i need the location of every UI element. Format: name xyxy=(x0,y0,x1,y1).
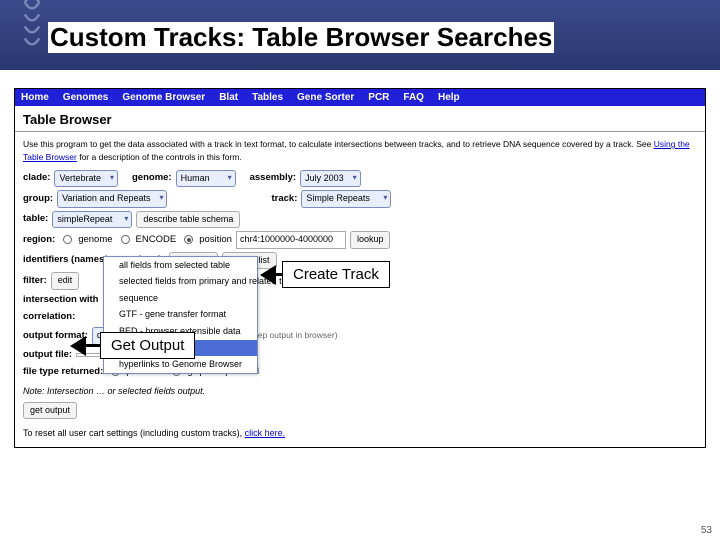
opt-selected-fields[interactable]: selected fields from primary and related… xyxy=(104,274,257,291)
nav-blat[interactable]: Blat xyxy=(219,92,238,103)
reset-line: To reset all user cart settings (includi… xyxy=(23,427,697,441)
create-track-callout: Create Track xyxy=(260,261,390,288)
page-heading: Table Browser xyxy=(15,106,705,132)
nav-tables[interactable]: Tables xyxy=(252,92,283,103)
nav-help[interactable]: Help xyxy=(438,92,460,103)
genome-label: genome: xyxy=(132,171,172,185)
track-select[interactable]: Simple Repeats xyxy=(301,190,391,208)
opt-all-fields[interactable]: all fields from selected table xyxy=(104,257,257,274)
track-label: track: xyxy=(271,192,297,206)
nav-genomes[interactable]: Genomes xyxy=(63,92,109,103)
describe-schema-button[interactable]: describe table schema xyxy=(136,211,240,229)
group-select[interactable]: Variation and Repeats xyxy=(57,190,167,208)
nav-home[interactable]: Home xyxy=(21,92,49,103)
nav-pcr[interactable]: PCR xyxy=(368,92,389,103)
filter-edit-button[interactable]: edit xyxy=(51,272,80,290)
intro-text: Use this program to get the data associa… xyxy=(23,138,697,164)
get-output-button[interactable]: get output xyxy=(23,402,77,420)
genome-select[interactable]: Human xyxy=(176,170,236,188)
nav-genome-browser[interactable]: Genome Browser xyxy=(122,92,205,103)
filter-label: filter: xyxy=(23,274,47,288)
nav-faq[interactable]: FAQ xyxy=(403,92,424,103)
group-label: group: xyxy=(23,192,53,206)
clade-select[interactable]: Vertebrate xyxy=(54,170,118,188)
get-output-label: Get Output xyxy=(100,332,195,359)
slide-number: 53 xyxy=(701,525,712,536)
region-encode-radio[interactable] xyxy=(121,235,130,244)
intersection-label: intersection with xyxy=(23,293,98,307)
opt-sequence[interactable]: sequence xyxy=(104,290,257,307)
create-track-label: Create Track xyxy=(282,261,390,288)
file-type-label: file type returned: xyxy=(23,365,103,379)
table-label: table: xyxy=(23,212,48,226)
region-genome-radio[interactable] xyxy=(63,235,72,244)
ucsc-navbar: Home Genomes Genome Browser Blat Tables … xyxy=(15,89,705,106)
arrow-left-icon xyxy=(260,265,276,285)
nav-gene-sorter[interactable]: Gene Sorter xyxy=(297,92,354,103)
clade-label: clade: xyxy=(23,171,50,185)
dna-helix-icon xyxy=(18,0,46,60)
table-select[interactable]: simpleRepeat xyxy=(52,211,132,229)
lookup-button[interactable]: lookup xyxy=(350,231,391,249)
get-output-callout: Get Output xyxy=(70,332,195,359)
position-input[interactable]: chr4:1000000-4000000 xyxy=(236,231,346,249)
assembly-label: assembly: xyxy=(250,171,296,185)
reset-link[interactable]: click here. xyxy=(245,428,286,438)
intersection-note: Note: Intersection … or selected fields … xyxy=(23,385,697,399)
arrow-left-icon xyxy=(70,336,86,356)
assembly-select[interactable]: July 2003 xyxy=(300,170,361,188)
region-label: region: xyxy=(23,233,55,247)
opt-gtf[interactable]: GTF - gene transfer format xyxy=(104,307,257,324)
output-file-label: output file: xyxy=(23,348,72,362)
slide-title: Custom Tracks: Table Browser Searches xyxy=(48,22,554,53)
correlation-label: correlation: xyxy=(23,310,75,324)
region-position-radio[interactable] xyxy=(184,235,193,244)
send-hint: (keep output in browser) xyxy=(246,329,338,342)
